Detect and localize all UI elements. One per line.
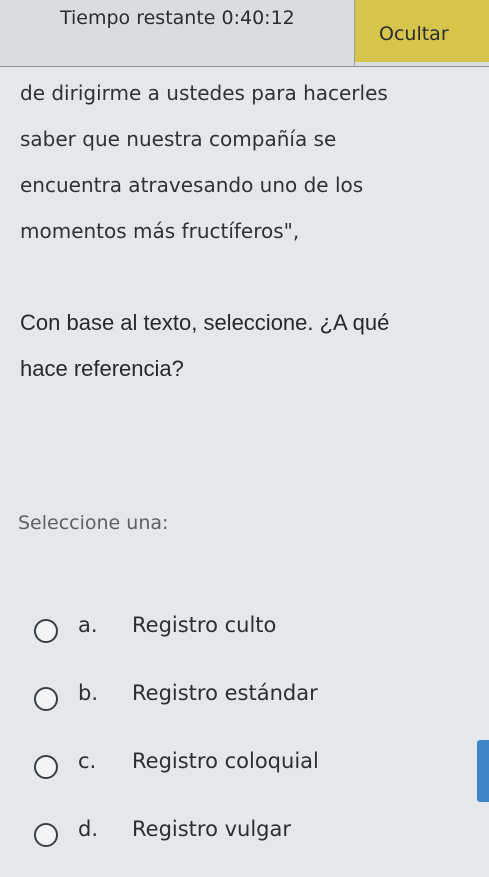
option-letter: b. xyxy=(78,681,99,705)
option-letter: c. xyxy=(78,749,97,773)
option-b[interactable]: b. Registro estándar xyxy=(34,673,454,741)
passage-line: momentos más fructíferos", xyxy=(20,219,300,243)
passage-text: de dirigirme a ustedes para hacerles sab… xyxy=(20,70,475,254)
passage-line: encuentra atravesando uno de los xyxy=(20,173,364,197)
passage-line: saber que nuestra compañía se xyxy=(20,127,337,151)
option-label[interactable]: Registro vulgar xyxy=(132,817,291,841)
radio-option-b[interactable] xyxy=(34,687,58,711)
option-c[interactable]: c. Registro coloquial xyxy=(34,741,454,809)
answer-options: a. Registro culto b. Registro estándar c… xyxy=(34,605,454,877)
timer-bar: Tiempo restante 0:40:12 Ocultar xyxy=(0,0,489,67)
question-text: Con base al texto, seleccione. ¿A qué ha… xyxy=(20,300,480,392)
option-label[interactable]: Registro culto xyxy=(132,613,276,637)
select-one-prompt: Seleccione una: xyxy=(18,512,169,534)
side-navigation-tab[interactable] xyxy=(477,740,489,802)
question-line: hace referencia? xyxy=(20,356,184,381)
option-label[interactable]: Registro estándar xyxy=(132,681,318,705)
radio-option-c[interactable] xyxy=(34,755,58,779)
question-line: Con base al texto, seleccione. ¿A qué xyxy=(20,310,390,335)
option-d[interactable]: d. Registro vulgar xyxy=(34,809,454,877)
radio-option-d[interactable] xyxy=(34,823,58,847)
option-a[interactable]: a. Registro culto xyxy=(34,605,454,673)
passage-line: de dirigirme a ustedes para hacerles xyxy=(20,81,388,105)
time-remaining-label: Tiempo restante 0:40:12 xyxy=(60,7,295,29)
option-letter: a. xyxy=(78,613,98,637)
radio-option-a[interactable] xyxy=(34,619,58,643)
hide-timer-button[interactable]: Ocultar xyxy=(355,0,489,62)
option-label[interactable]: Registro coloquial xyxy=(132,749,319,773)
option-letter: d. xyxy=(78,817,99,841)
